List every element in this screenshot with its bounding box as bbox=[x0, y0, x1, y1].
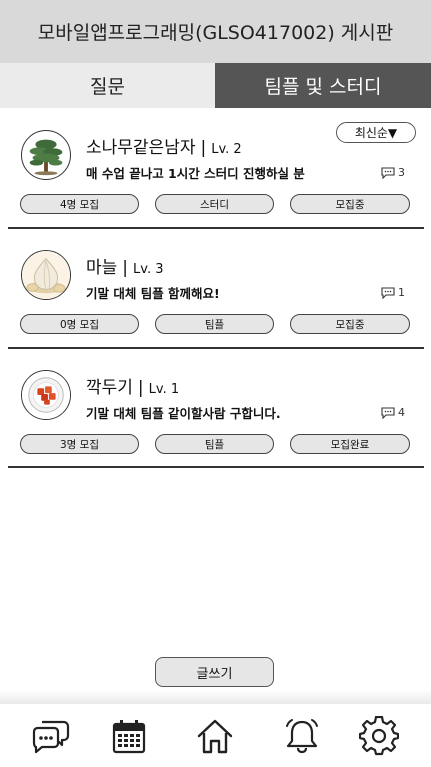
post-item[interactable]: 마늘 | Lv. 3 기말 대체 팀플 함께해요! 1 0명 모집 팀플 모집중 bbox=[0, 245, 431, 350]
recruit-count-chip: 0명 모집 bbox=[20, 314, 139, 334]
separator: | bbox=[200, 138, 207, 158]
post-title[interactable]: 기말 대체 팀플 함께해요! bbox=[86, 283, 220, 302]
status-chip: 모집완료 bbox=[290, 434, 410, 454]
category-chip: 팀플 bbox=[155, 314, 274, 334]
author-level: Lv. 3 bbox=[133, 262, 164, 277]
board-header: 모바일앱프로그래밍(GLSO417002) 게시판 bbox=[0, 0, 431, 63]
comment-count: 1 bbox=[381, 286, 405, 299]
recruit-count-chip: 4명 모집 bbox=[20, 194, 139, 214]
status-chip: 모집중 bbox=[290, 314, 410, 334]
separator: | bbox=[137, 378, 144, 398]
comment-icon bbox=[381, 406, 395, 419]
post-title[interactable]: 매 수업 끝나고 1시간 스터디 진행하실 분 bbox=[86, 163, 305, 182]
chat-bubbles-icon[interactable] bbox=[30, 716, 70, 756]
category-chip: 팀플 bbox=[155, 434, 274, 454]
recruit-count: 4명 모집 bbox=[60, 198, 99, 211]
category-label: 팀플 bbox=[204, 318, 225, 331]
author-name[interactable]: 깍두기 bbox=[86, 378, 133, 398]
comment-count-value: 4 bbox=[398, 406, 405, 419]
recruit-count: 0명 모집 bbox=[60, 318, 99, 331]
status-chip: 모집중 bbox=[290, 194, 410, 214]
comment-icon bbox=[381, 286, 395, 299]
comment-count: 3 bbox=[381, 166, 405, 179]
author-line: 마늘 | Lv. 3 bbox=[86, 253, 163, 278]
bell-icon[interactable] bbox=[282, 716, 322, 756]
gear-icon[interactable] bbox=[359, 716, 399, 756]
recruit-count-chip: 3명 모집 bbox=[20, 434, 139, 454]
comment-icon bbox=[381, 166, 395, 179]
author-name[interactable]: 마늘 bbox=[86, 258, 117, 278]
write-button[interactable]: 글쓰기 bbox=[155, 657, 274, 687]
board-title: 모바일앱프로그래밍(GLSO417002) 게시판 bbox=[37, 22, 394, 44]
comment-count: 4 bbox=[381, 406, 405, 419]
post-item[interactable]: 깍두기 | Lv. 1 기말 대체 팀플 같이할사람 구합니다. 4 3명 모집 팀… bbox=[0, 365, 431, 470]
status-label: 모집중 bbox=[335, 318, 365, 331]
tab-teamplay-study[interactable]: 팀플 및 스터디 bbox=[215, 63, 431, 108]
tab-question-label: 질문 bbox=[90, 76, 125, 98]
tab-bar: 질문 팀플 및 스터디 bbox=[0, 63, 431, 108]
status-label: 모집중 bbox=[335, 198, 365, 211]
category-chip: 스터디 bbox=[155, 194, 274, 214]
status-label: 모집완료 bbox=[330, 438, 370, 451]
author-line: 깍두기 | Lv. 1 bbox=[86, 373, 179, 398]
author-level: Lv. 1 bbox=[148, 382, 180, 397]
tab-teamplay-study-label: 팀플 및 스터디 bbox=[264, 76, 382, 98]
comment-count-value: 3 bbox=[398, 166, 405, 179]
garlic-icon bbox=[21, 250, 71, 300]
calendar-icon[interactable] bbox=[109, 716, 149, 756]
divider bbox=[8, 347, 424, 349]
pine-tree-icon bbox=[21, 130, 71, 180]
comment-count-value: 1 bbox=[398, 286, 405, 299]
author-name[interactable]: 소나무같은남자 bbox=[86, 138, 195, 158]
post-item[interactable]: 소나무같은남자 | Lv. 2 매 수업 끝나고 1시간 스터디 진행하실 분 3 … bbox=[0, 125, 431, 230]
bottom-nav bbox=[0, 704, 431, 767]
divider bbox=[8, 466, 424, 468]
post-title[interactable]: 기말 대체 팀플 같이할사람 구합니다. bbox=[86, 403, 281, 422]
tab-question[interactable]: 질문 bbox=[0, 63, 215, 108]
recruit-count: 3명 모집 bbox=[60, 438, 99, 451]
category-label: 팀플 bbox=[204, 438, 225, 451]
author-line: 소나무같은남자 | Lv. 2 bbox=[86, 133, 242, 158]
author-level: Lv. 2 bbox=[211, 142, 242, 157]
category-label: 스터디 bbox=[200, 198, 229, 211]
divider bbox=[8, 227, 424, 229]
write-button-label: 글쓰기 bbox=[196, 666, 233, 682]
kimchi-bowl-icon bbox=[21, 370, 71, 420]
home-icon[interactable] bbox=[195, 716, 235, 756]
separator: | bbox=[122, 258, 129, 278]
bottom-shade bbox=[0, 690, 431, 704]
